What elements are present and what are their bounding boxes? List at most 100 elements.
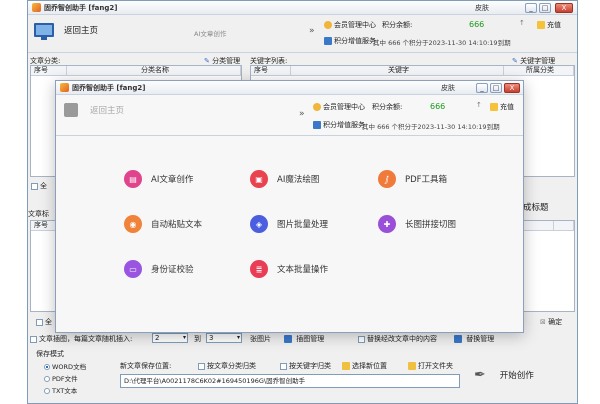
dialog-maximize-button[interactable]: □ — [490, 83, 502, 93]
checkbox — [198, 362, 205, 370]
tool-id-card-check[interactable]: ▭ 身份证校验 — [124, 260, 194, 278]
member-center-link[interactable]: 会员管理中心 — [324, 20, 376, 30]
dialog-back-home-button[interactable]: 返回主页 — [64, 103, 124, 117]
generate-title-button[interactable]: 成标题 — [523, 201, 549, 213]
recharge-label: 充值 — [547, 21, 561, 29]
paste-icon: ◉ — [124, 215, 142, 233]
tool-image-batch[interactable]: ◈ 图片批量处理 — [250, 215, 328, 233]
select-all-categories[interactable]: 全 — [31, 181, 47, 191]
save-path-input[interactable]: D:\代理平台\A0021178C6K02#169450196G\固乔智创助手 — [120, 374, 460, 388]
tool-label: 身份证校验 — [151, 265, 194, 275]
replace-manage-button[interactable]: 替换管理 — [454, 334, 494, 344]
dialog-points-value: 666 — [430, 102, 446, 111]
dialog-skin-button[interactable]: 皮肤 — [441, 83, 455, 93]
start-create-button[interactable]: ✒ 开始创作 — [474, 367, 534, 383]
category-table-header: 序号 分类名称 — [31, 66, 241, 76]
select-all-articles[interactable]: 全 — [36, 317, 52, 327]
tool-text-batch[interactable]: ≣ 文本批量操作 — [250, 260, 328, 278]
category-manage-label: 分类管理 — [212, 57, 241, 65]
radio-button — [44, 388, 50, 394]
tool-auto-paste[interactable]: ◉ 自动粘贴文本 — [124, 215, 202, 233]
up-arrow-icon: ↑ — [476, 101, 482, 109]
article-list-title: 文章标 — [28, 210, 49, 218]
checkbox — [30, 335, 37, 343]
image-manage-label: 插图管理 — [296, 335, 325, 343]
checkbox — [280, 362, 287, 370]
dialog-points-expiry-detail: 其中 666 个积分于2023-11-30 14:10:19到期 — [362, 123, 500, 131]
checkbox — [36, 318, 43, 326]
text-icon: ≣ — [250, 260, 268, 278]
minimize-button[interactable]: _ — [525, 3, 537, 13]
close-button[interactable]: X — [555, 3, 573, 13]
confirm-button[interactable]: ⊠ 确定 — [540, 317, 562, 327]
tool-long-image[interactable]: ✚ 长图拼接切图 — [378, 215, 456, 233]
image-icon — [284, 335, 292, 343]
dialog-minimize-button[interactable]: _ — [476, 83, 488, 93]
app-logo-icon — [60, 83, 69, 92]
checkbox — [31, 182, 38, 190]
radio-button — [44, 376, 50, 382]
dialog-points-label: 积分余额: — [372, 103, 403, 111]
layers-icon: ◈ — [250, 215, 268, 233]
group-by-keyword-label: 按关键字归类 — [289, 362, 331, 370]
points-service-link[interactable]: 积分增值服务 — [324, 36, 376, 46]
dialog-close-button[interactable]: X — [504, 83, 520, 93]
skin-button[interactable]: 皮肤 — [475, 3, 489, 13]
header-divider — [28, 52, 577, 53]
replace-content-option[interactable]: 替换经改文章中的内容 — [358, 334, 437, 344]
dialog-recharge-button[interactable]: 充值 — [490, 102, 514, 112]
tool-ai-drawing[interactable]: ▣ AI魔法绘图 — [250, 170, 319, 188]
save-option-label: PDF文件 — [52, 375, 78, 383]
member-center-label: 会员管理中心 — [334, 21, 376, 29]
save-option-pdf[interactable]: PDF文件 — [44, 373, 78, 383]
pdf-icon: ⅉ — [378, 170, 396, 188]
dialog-member-center-label: 会员管理中心 — [323, 103, 365, 111]
current-module-label: AI文章创作 — [194, 30, 227, 38]
keyword-col-keyword: 关键字 — [291, 66, 504, 75]
insert-images-option[interactable]: 文章插图，每篇文章随机插入: — [30, 334, 132, 344]
save-option-word[interactable]: WORD文档 — [44, 361, 86, 371]
puzzle-icon: ✚ — [378, 215, 396, 233]
save-path-label: 新文章保存位置: — [120, 362, 172, 370]
save-option-txt[interactable]: TXT文本 — [44, 385, 77, 395]
tool-ai-article[interactable]: ▤ AI文章创作 — [124, 170, 193, 188]
service-icon — [324, 37, 332, 45]
checkbox — [358, 335, 365, 343]
id-card-icon: ▭ — [124, 260, 142, 278]
tool-label: 自动粘贴文本 — [151, 220, 203, 230]
close-small-icon: ⊠ — [540, 318, 546, 326]
group-by-category-option[interactable]: 按文章分类归类 — [198, 361, 256, 371]
app-logo-icon — [32, 3, 41, 12]
tools-dialog: 固乔智创助手 [fang2] 皮肤 _ □ X 返回主页 » 会员管理中心 积分… — [55, 80, 524, 333]
points-label: 积分余额: — [382, 21, 413, 29]
start-create-label: 开始创作 — [499, 371, 534, 381]
dialog-back-home-label: 返回主页 — [90, 106, 125, 116]
select-all-label: 全 — [45, 318, 52, 326]
article-col-action — [554, 221, 574, 230]
tool-label: AI魔法绘图 — [277, 175, 320, 185]
dialog-title: 固乔智创助手 [fang2] — [72, 83, 146, 92]
dialog-points-service-link[interactable]: 积分增值服务 — [313, 120, 365, 130]
image-manage-button[interactable]: 插图管理 — [284, 334, 324, 344]
back-home-button[interactable]: 返回主页 — [34, 23, 99, 40]
radio-button — [44, 364, 50, 370]
maximize-button[interactable]: □ — [539, 3, 551, 13]
recharge-button[interactable]: 充值 — [537, 20, 561, 30]
folder-open-icon — [408, 362, 416, 370]
save-mode-title: 保存模式 — [36, 350, 64, 358]
open-folder-button[interactable]: 打开文件夹 — [408, 361, 453, 371]
monitor-icon — [34, 23, 54, 40]
double-chevron-icon: » — [309, 26, 315, 36]
service-icon — [313, 121, 321, 129]
back-home-label: 返回主页 — [64, 26, 99, 36]
document-icon: ▤ — [124, 170, 142, 188]
images-from-stepper[interactable]: 2 — [152, 333, 188, 343]
window-title: 固乔智创助手 [fang2] — [44, 3, 118, 12]
dialog-member-center-link[interactable]: 会员管理中心 — [313, 102, 365, 112]
tool-pdf-toolbox[interactable]: ⅉ PDF工具箱 — [378, 170, 447, 188]
replace-manage-label: 替换管理 — [466, 335, 495, 343]
choose-location-button[interactable]: 选择新位置 — [342, 361, 387, 371]
group-by-keyword-option[interactable]: 按关键字归类 — [280, 361, 331, 371]
images-to-stepper[interactable]: 3 — [206, 333, 242, 343]
recharge-icon — [490, 103, 498, 111]
